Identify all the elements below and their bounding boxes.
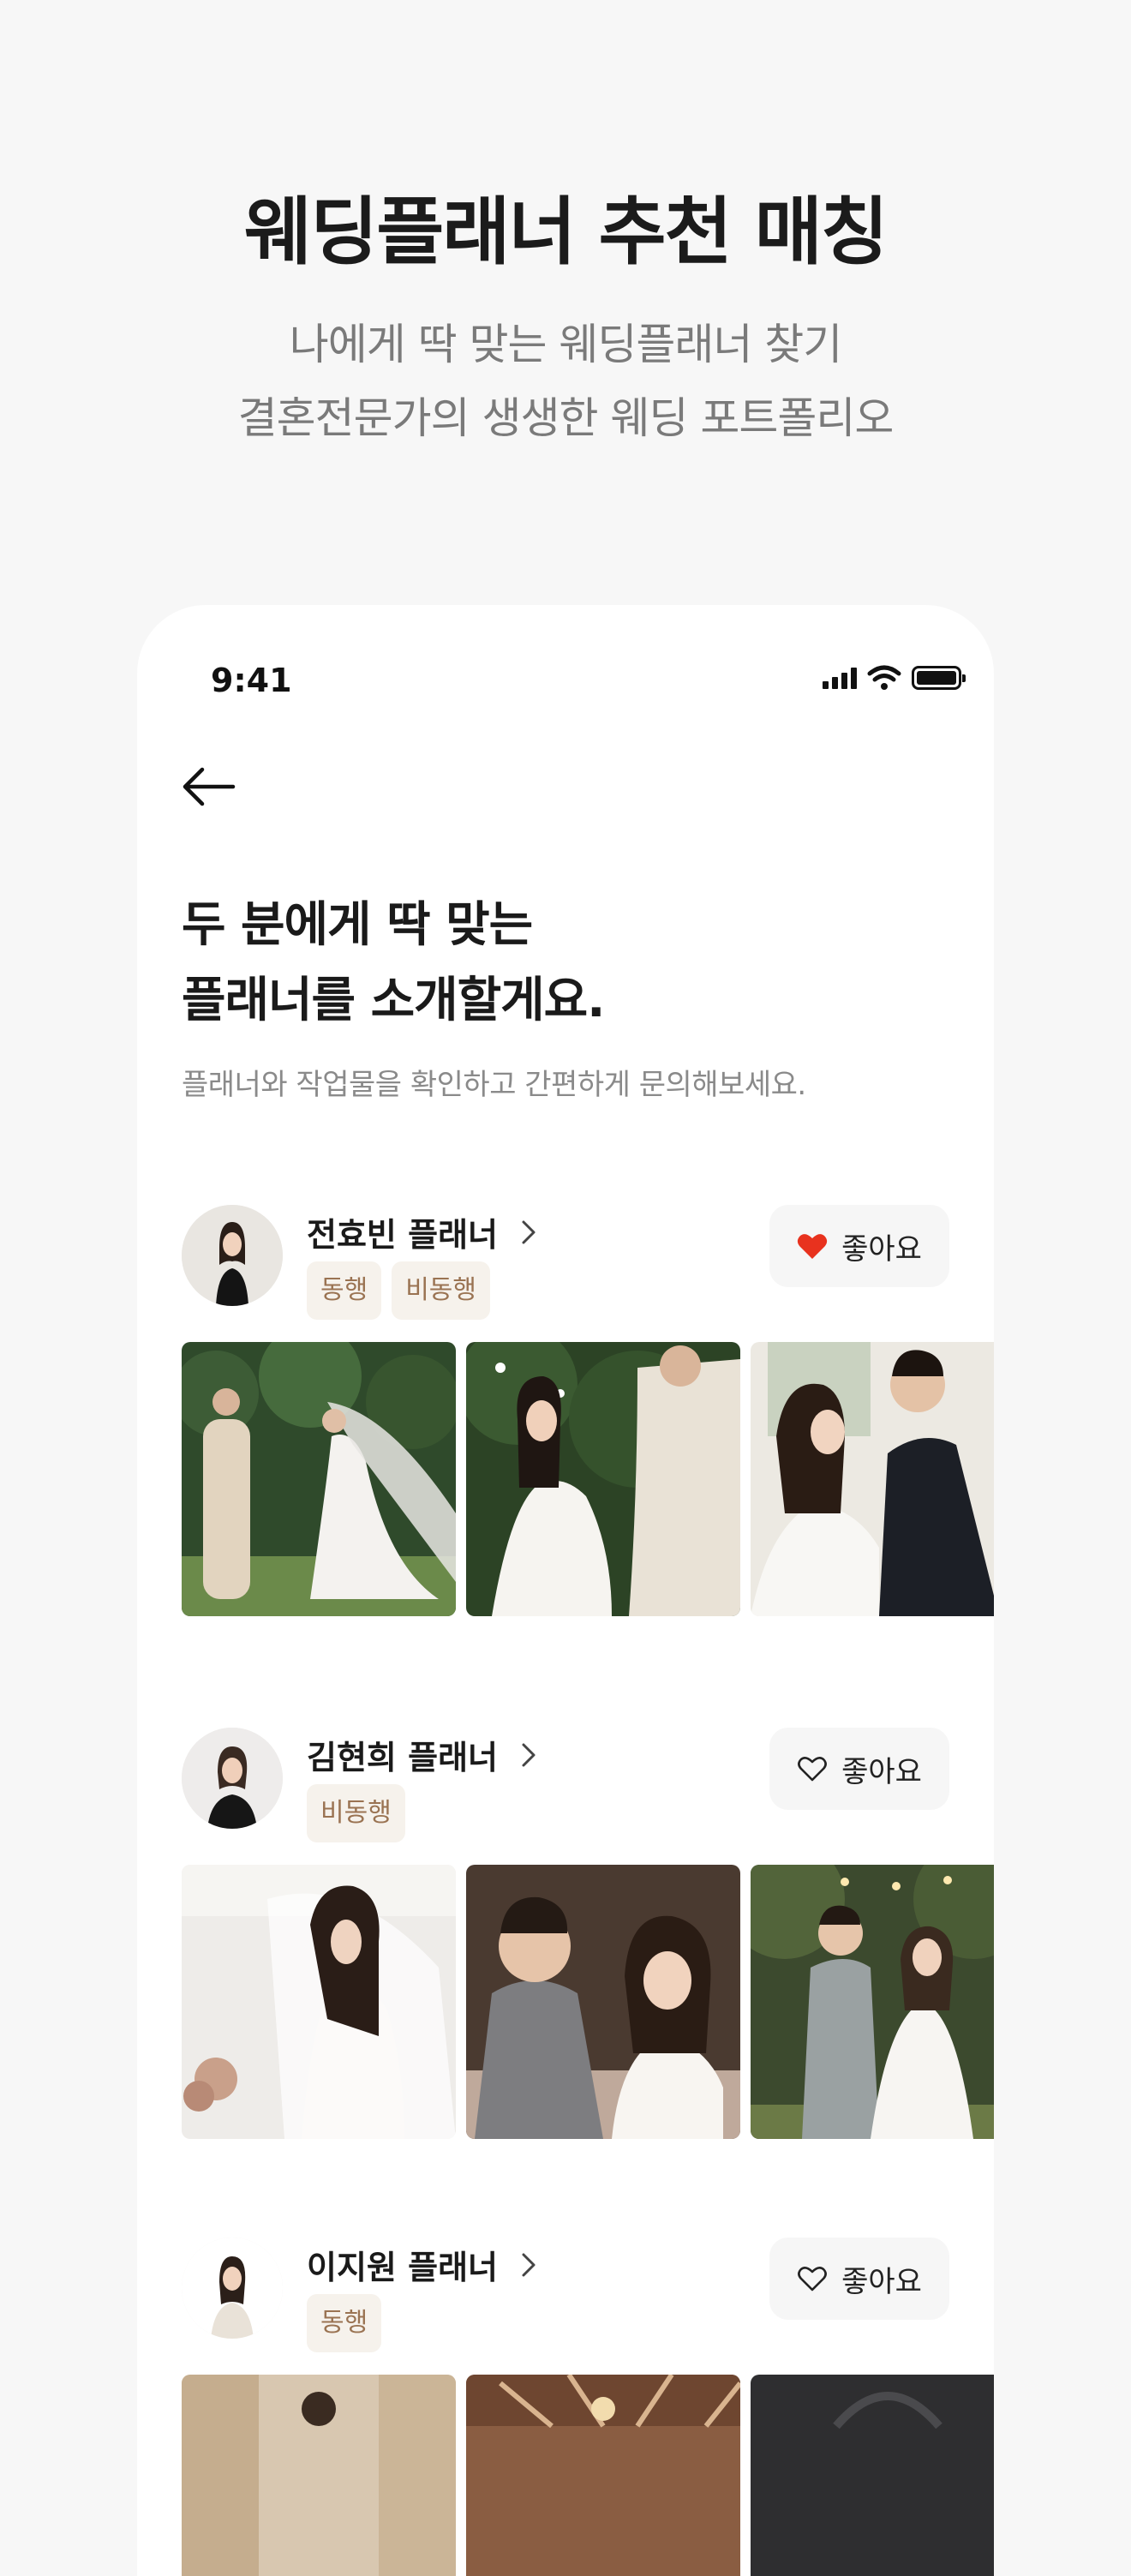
heart-filled-icon [797,1234,828,1259]
portfolio-photo[interactable] [466,1865,740,2139]
chevron-right-icon [522,1220,536,1243]
portfolio-photo[interactable] [182,1865,456,2139]
portfolio-photo[interactable] [466,2375,740,2576]
portfolio-photo[interactable] [751,2375,994,2576]
page-description: 플래너와 작업물을 확인하고 간편하게 문의해보세요. [182,1068,806,1102]
portfolio-gallery[interactable] [182,1342,994,1616]
portfolio-photo[interactable] [182,2375,456,2576]
portfolio-gallery[interactable] [182,1865,994,2139]
planner-tags: 동행 비동행 [307,1261,491,1320]
portfolio-gallery[interactable] [182,2375,994,2576]
portfolio-photo[interactable] [466,1342,740,1616]
like-button[interactable]: 좋아요 [769,1728,949,1810]
page-title: 두 분에게 딱 맞는 플래너를 소개할게요. [182,888,605,1039]
portfolio-photo[interactable] [751,1865,994,2139]
like-button[interactable]: 좋아요 [769,1205,949,1287]
promo-title: 웨딩플래너 추천 매칭 [244,189,889,275]
heart-outline-icon [798,1757,828,1782]
planner-name-link[interactable]: 이지원 플래너 [307,2241,537,2288]
like-label: 좋아요 [841,1231,922,1267]
like-button[interactable]: 좋아요 [769,2238,949,2320]
promo-subtitle-line2: 결혼전문가의 생생한 웨딩 포트폴리오 [237,393,895,443]
cellular-signal-icon [823,667,857,689]
like-label: 좋아요 [841,1754,922,1789]
planner-name-link[interactable]: 전효빈 플래너 [307,1208,537,1255]
back-button[interactable] [178,761,238,812]
planner-name-link[interactable]: 김현희 플래너 [307,1731,537,1778]
chevron-right-icon [522,2253,536,2276]
tag-non-accompany: 비동행 [307,1784,405,1842]
avatar[interactable] [182,1205,283,1306]
avatar[interactable] [182,1728,283,1829]
battery-icon [912,666,966,690]
wifi-icon [867,665,901,690]
promo-subtitle-line1: 나에게 딱 맞는 웨딩플래너 찾기 [289,320,843,369]
planner-name: 전효빈 플래너 [307,1216,498,1254]
arrow-left-icon [183,767,236,806]
portfolio-photo[interactable] [751,1342,994,1616]
tag-accompany: 동행 [307,1261,382,1320]
like-label: 좋아요 [841,2264,922,2299]
avatar[interactable] [182,2238,283,2339]
phone-screen: 9:41 두 분에게 딱 맞는 플래너를 소개할게요. 플래너와 작업물을 확인… [137,605,994,2576]
tag-accompany: 동행 [307,2294,382,2352]
heart-outline-icon [798,2267,828,2291]
planner-name: 이지원 플래너 [307,2249,498,2286]
portfolio-photo[interactable] [182,1342,456,1616]
planner-tags: 동행 [307,2294,382,2352]
page-title-line1: 두 분에게 딱 맞는 [182,897,533,953]
page-title-line2: 플래너를 소개할게요. [182,973,605,1028]
planner-tags: 비동행 [307,1784,405,1842]
status-icons [823,665,966,691]
status-time: 9:41 [211,662,292,699]
tag-non-accompany: 비동행 [392,1261,491,1320]
planner-name: 김현희 플래너 [307,1739,498,1776]
chevron-right-icon [522,1743,536,1766]
